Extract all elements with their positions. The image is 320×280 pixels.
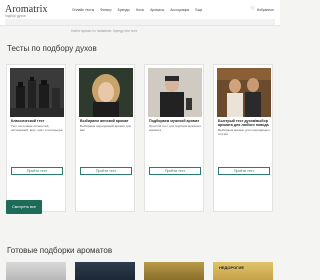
collection-tile[interactable]: [75, 262, 135, 280]
search-input[interactable]: [5, 28, 275, 34]
test-card-title: Подбираем мужской аромат: [149, 119, 200, 123]
test-card-image: [148, 68, 202, 117]
site-header: Aromatrix подбор духов Онлайн тесты Филь…: [0, 0, 280, 34]
test-card-image: [10, 68, 64, 117]
nav-more[interactable]: Еще: [195, 8, 202, 12]
woman-portrait-illustration: [79, 68, 133, 117]
collection-tile[interactable]: [144, 262, 204, 280]
test-card-desc: Выбираем подходящий аромат для вас: [80, 124, 132, 133]
man-portrait-illustration: [148, 68, 202, 117]
nav-filter[interactable]: Фильтр: [100, 8, 111, 12]
main-nav: Онлайн тесты Фильтр Бренды Ноты Ароматы …: [72, 8, 202, 12]
section-title-tests: Тесты по подбору духов: [7, 44, 97, 53]
search-bar[interactable]: [5, 19, 275, 34]
view-all-tests-button[interactable]: Смотреть все: [6, 200, 42, 214]
take-test-button[interactable]: Пройти тест: [11, 167, 63, 175]
test-card-classic[interactable]: Классический тест Тест на основе личност…: [6, 64, 66, 212]
test-card-occasion[interactable]: Быстрый тест духов/выбор аромата для люб…: [213, 64, 273, 212]
collection-tile-inexpensive[interactable]: НЕДОРОГИЕ: [213, 262, 273, 280]
tests-cards: Классический тест Тест на основе личност…: [6, 64, 274, 212]
test-card-title: Классический тест: [11, 119, 45, 123]
nav-online-tests[interactable]: Онлайн тесты: [72, 8, 94, 12]
test-card-desc: Простой тест для подбора мужского аромат…: [149, 124, 202, 133]
collection-tile[interactable]: [6, 262, 66, 280]
test-card-image: [217, 68, 271, 117]
favorites-link[interactable]: ♡ Избранное: [250, 7, 274, 12]
couple-illustration: [217, 68, 271, 117]
collections-strip: НЕДОРОГИЕ: [6, 262, 274, 280]
nav-aromas[interactable]: Ароматы: [150, 8, 164, 12]
test-card-female[interactable]: Выбираем женский аромат Выбираем подходя…: [75, 64, 135, 212]
favorites-label: Избранное: [256, 7, 274, 12]
nav-notes[interactable]: Ноты: [136, 8, 144, 12]
test-card-desc: Тест на основе личностей, ассоциаций, вк…: [11, 124, 63, 133]
tagline: подбор духов: [5, 14, 26, 18]
test-card-title: Быстрый тест духов/выбор аромата для люб…: [218, 119, 269, 128]
take-test-button[interactable]: Пройти тест: [218, 167, 270, 175]
take-test-button[interactable]: Пройти тест: [80, 167, 132, 175]
take-test-button[interactable]: Пройти тест: [149, 167, 201, 175]
perfume-bottles-illustration: [10, 68, 64, 117]
collection-label: НЕДОРОГИЕ: [219, 265, 245, 270]
test-card-desc: Выбираем аромат для подходящего случая: [218, 128, 271, 137]
test-card-image: [79, 68, 133, 117]
heart-icon: ♡: [250, 6, 255, 12]
section-title-collections: Готовые подборки ароматов: [7, 246, 113, 255]
test-card-title: Выбираем женский аромат: [80, 119, 129, 123]
nav-brands[interactable]: Бренды: [118, 8, 130, 12]
test-card-male[interactable]: Подбираем мужской аромат Простой тест дл…: [144, 64, 204, 212]
nav-associations[interactable]: Ассоциации: [170, 8, 189, 12]
